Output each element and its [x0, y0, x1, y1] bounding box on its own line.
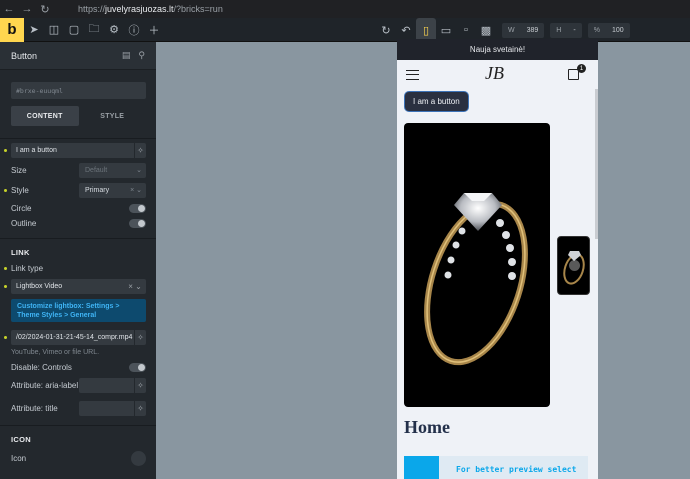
- clear-and-chevron-icon[interactable]: × ⌄: [130, 186, 142, 194]
- setting-marker: [4, 336, 7, 339]
- layers-icon[interactable]: ◫: [44, 18, 64, 42]
- address-bar[interactable]: https://juvelyrasjuozas.lt/?bricks=run: [78, 4, 223, 14]
- site-header: JB 1: [397, 60, 598, 89]
- divider: [0, 238, 156, 239]
- dynamic-data-icon[interactable]: ✧: [134, 142, 146, 158]
- icon-label: Icon: [11, 453, 27, 463]
- setting-marker: [4, 285, 7, 288]
- icon-section-title[interactable]: ICON: [11, 435, 31, 444]
- panel-title: Button: [11, 50, 38, 61]
- lightbox-settings-note[interactable]: Customize lightbox: Settings > Theme Sty…: [11, 299, 146, 322]
- reload-icon[interactable]: ↻: [36, 0, 54, 18]
- cursor-icon[interactable]: ➤: [24, 18, 44, 42]
- refresh-icon[interactable]: ↻: [376, 18, 396, 42]
- notice-text: For better preview select: [456, 465, 577, 474]
- link-type-select[interactable]: Lightbox Video × ⌄: [11, 278, 146, 294]
- bricks-logo[interactable]: b: [0, 17, 24, 42]
- hamburger-menu-icon[interactable]: [406, 69, 419, 80]
- aria-label-label: Attribute: aria-label: [11, 380, 79, 390]
- zoom-input[interactable]: % 100: [587, 22, 630, 38]
- tab-style[interactable]: STYLE: [79, 106, 147, 126]
- aria-label-input[interactable]: ✧: [79, 377, 146, 393]
- chevron-down-icon: ⌄: [136, 167, 142, 174]
- dynamic-data-icon[interactable]: ✧: [134, 377, 146, 393]
- ring-photo[interactable]: [404, 123, 550, 407]
- folder-icon[interactable]: 🗀: [84, 18, 104, 42]
- back-arrow-icon[interactable]: ←: [0, 0, 18, 18]
- size-label: Size: [11, 165, 27, 175]
- video-url-input[interactable]: /02/2024-01-31-21-45-14_compr.mp4 ✧: [11, 329, 146, 345]
- plus-icon[interactable]: ＋: [144, 18, 164, 42]
- setting-marker: [4, 189, 7, 192]
- help-icon[interactable]: ⓘ: [124, 18, 144, 42]
- title-attribute-input[interactable]: ✧: [79, 400, 146, 416]
- title-attribute-label: Attribute: title: [11, 403, 58, 413]
- icon-picker[interactable]: [131, 450, 146, 466]
- style-label: Style: [11, 185, 29, 195]
- element-id-field[interactable]: #brxe-euuqml: [11, 82, 146, 99]
- height-input[interactable]: H-: [550, 22, 582, 38]
- outline-label: Outline: [11, 218, 37, 228]
- dynamic-data-icon[interactable]: ✧: [134, 329, 146, 345]
- pin-icon[interactable]: ⚲: [138, 50, 145, 61]
- play-icon[interactable]: [569, 260, 580, 271]
- disable-controls-toggle[interactable]: [129, 362, 146, 372]
- site-logo[interactable]: JB: [485, 63, 504, 84]
- tab-content[interactable]: CONTENT: [11, 106, 79, 126]
- preview-scrollbar[interactable]: [595, 89, 598, 239]
- mobile-preview: Nauja svetainė! JB 1 I am a button Home …: [397, 39, 598, 479]
- page-icon[interactable]: ▢: [64, 18, 84, 42]
- cart-count-badge: 1: [577, 64, 586, 73]
- panel-header: Button ▤ ⚲: [0, 42, 156, 70]
- clear-and-chevron-icon[interactable]: × ⌄: [124, 279, 146, 294]
- setting-marker: [4, 267, 7, 270]
- dynamic-data-icon[interactable]: ✧: [134, 400, 146, 416]
- circle-label: Circle: [11, 203, 32, 213]
- style-select[interactable]: Primary × ⌄: [79, 182, 146, 198]
- ring-image: [424, 193, 528, 366]
- copy-icon[interactable]: ▤: [122, 50, 131, 61]
- element-settings-panel: Button ▤ ⚲ #brxe-euuqml CONTENT STYLE I …: [0, 42, 156, 479]
- setting-marker: [4, 149, 7, 152]
- video-url-hint: YouTube, Vimeo or file URL.: [11, 349, 100, 356]
- panel-tabs: CONTENT STYLE: [11, 106, 146, 126]
- page-heading: Home: [404, 417, 450, 437]
- divider: [0, 138, 156, 139]
- link-section-title[interactable]: LINK: [11, 248, 30, 257]
- video-thumbnail[interactable]: [557, 236, 590, 295]
- notice-accent-bar: [404, 456, 439, 479]
- forward-arrow-icon[interactable]: →: [18, 0, 36, 18]
- circle-toggle[interactable]: [129, 203, 146, 213]
- link-type-label: Link type: [11, 263, 44, 273]
- outline-toggle[interactable]: [129, 218, 146, 228]
- preview-notice: For better preview select: [404, 456, 588, 479]
- button-text-value: I am a button: [16, 146, 57, 154]
- preview-button[interactable]: I am a button: [404, 91, 469, 112]
- browser-toolbar: ← → ↻ https://juvelyrasjuozas.lt/?bricks…: [0, 0, 690, 18]
- promo-bar: Nauja svetainė!: [397, 39, 598, 60]
- divider: [0, 425, 156, 426]
- disable-controls-label: Disable: Controls: [11, 362, 72, 372]
- button-text-input[interactable]: I am a button ✧: [11, 142, 146, 158]
- gear-icon[interactable]: ⚙: [104, 18, 124, 42]
- width-input[interactable]: W 389: [502, 22, 545, 38]
- size-select[interactable]: Default ⌄: [79, 162, 146, 178]
